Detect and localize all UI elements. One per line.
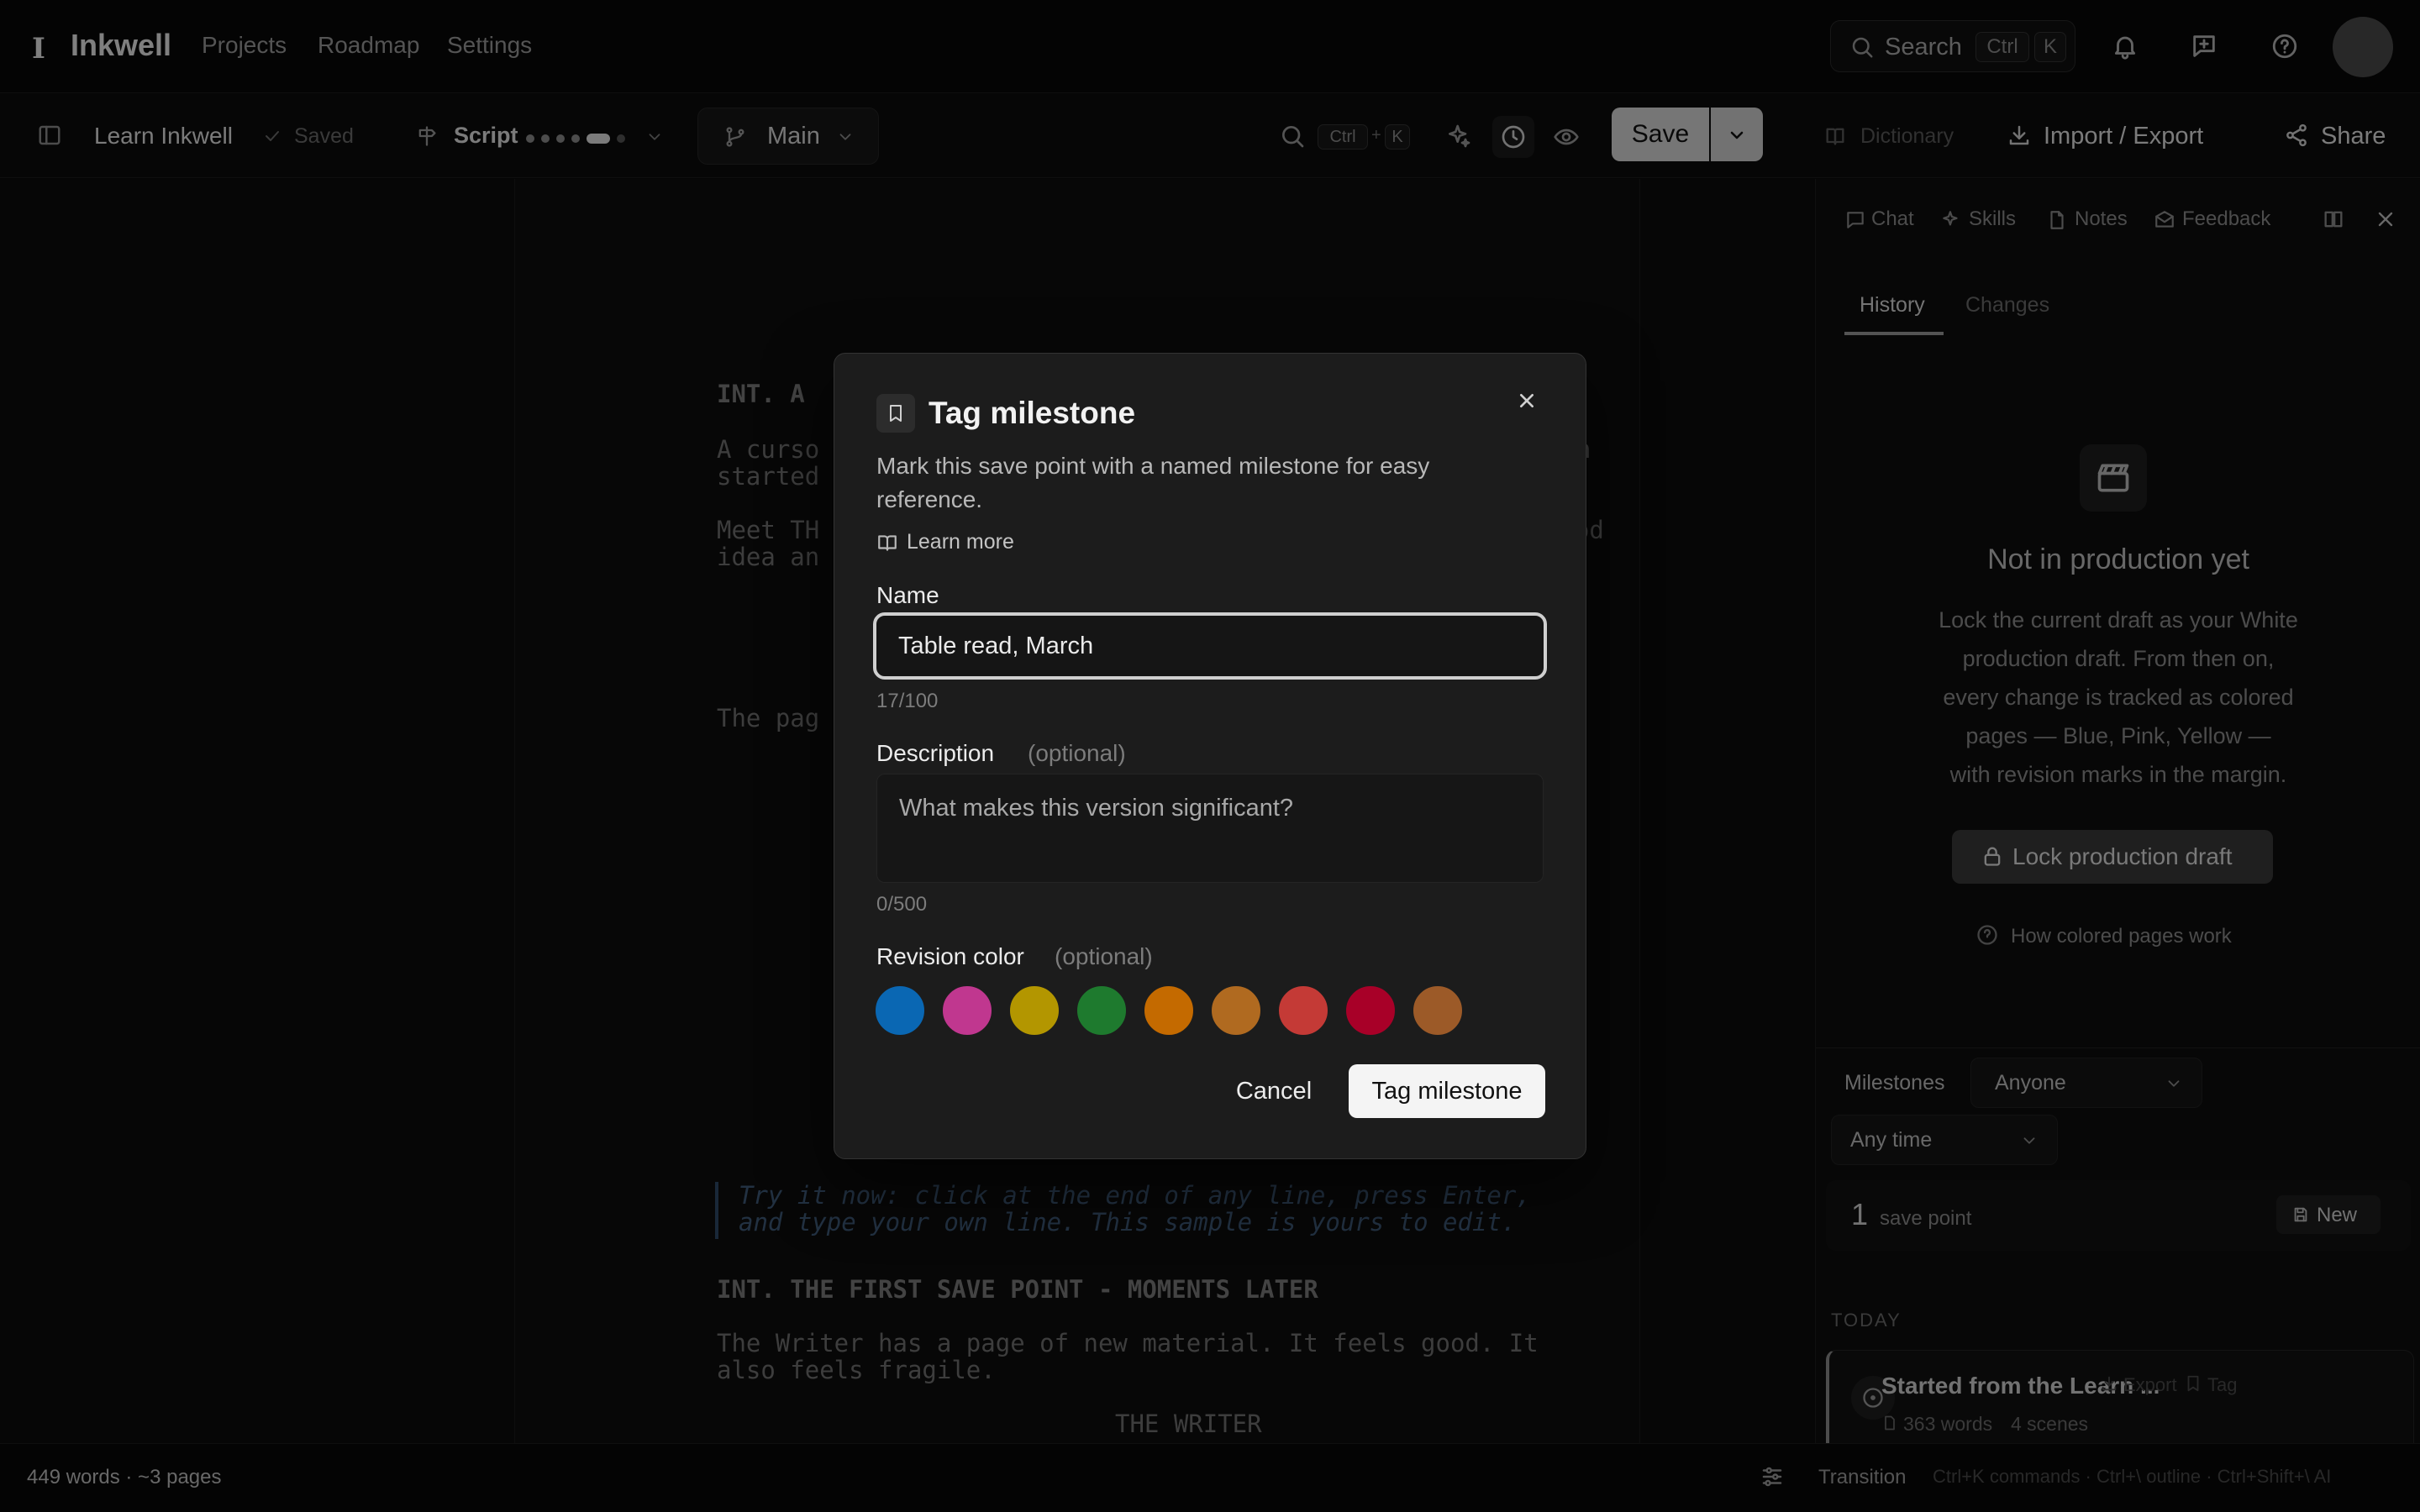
dialog-description: Mark this save point with a named milest… xyxy=(876,449,1429,517)
dialog-description-line: reference. xyxy=(876,486,983,512)
revision-color-swatch[interactable] xyxy=(1209,984,1263,1037)
revision-color-swatch[interactable] xyxy=(1007,984,1061,1037)
milestone-description-input[interactable] xyxy=(876,774,1544,883)
revision-color-optional-hint: (optional) xyxy=(1055,943,1153,969)
revision-color-swatch[interactable] xyxy=(1142,984,1196,1037)
milestone-name-input[interactable] xyxy=(873,612,1547,680)
revision-color-swatch[interactable] xyxy=(1075,984,1128,1037)
dialog-close-icon[interactable] xyxy=(1513,387,1540,414)
revision-color-label: Revision color xyxy=(876,943,1024,969)
cancel-button[interactable]: Cancel xyxy=(1213,1064,1335,1118)
revision-color-swatch[interactable] xyxy=(873,984,927,1037)
revision-color-swatch[interactable] xyxy=(1276,984,1330,1037)
name-field-label: Name xyxy=(876,582,939,608)
name-char-counter: 17/100 xyxy=(876,690,939,712)
dialog-title: Tag milestone xyxy=(929,396,1136,430)
bookmark-icon xyxy=(876,394,915,433)
book-open-icon xyxy=(876,532,898,554)
revision-color-swatch[interactable] xyxy=(1344,984,1397,1037)
revision-color-swatch[interactable] xyxy=(1411,984,1465,1037)
description-field-label: Description xyxy=(876,740,995,766)
tag-milestone-button[interactable]: Tag milestone xyxy=(1349,1064,1545,1118)
tag-milestone-dialog: Tag milestone Mark this save point with … xyxy=(834,353,1586,1159)
learn-more-link[interactable]: Learn more xyxy=(907,530,1014,554)
revision-color-swatch[interactable] xyxy=(940,984,994,1037)
dialog-description-line: Mark this save point with a named milest… xyxy=(876,453,1430,479)
description-char-counter: 0/500 xyxy=(876,893,928,916)
description-optional-hint: (optional) xyxy=(1028,740,1126,766)
